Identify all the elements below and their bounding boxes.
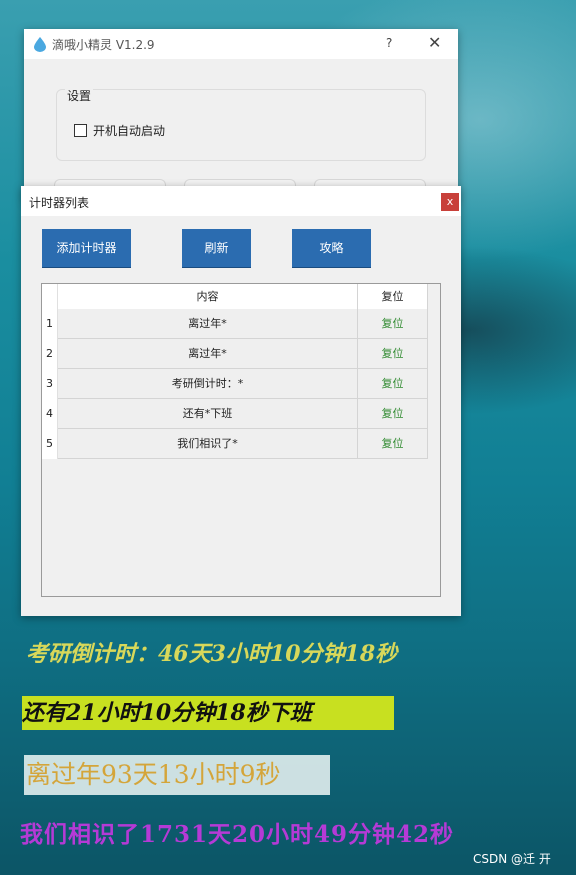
reset-link[interactable]: 复位 xyxy=(358,309,428,339)
reset-link[interactable]: 复位 xyxy=(358,369,428,399)
autostart-checkbox[interactable] xyxy=(74,124,87,137)
main-window: 滴哦小精灵 V1.2.9 ? ✕ 设置 开机自动启动 xyxy=(24,29,458,201)
table-row[interactable]: 1 离过年* 复位 xyxy=(42,309,428,339)
row-index: 2 xyxy=(42,339,58,369)
row-content[interactable]: 我们相识了* xyxy=(58,429,358,459)
header-index xyxy=(42,284,58,309)
timer-window-title: 计时器列表 xyxy=(29,196,90,210)
offwork-countdown-overlay: 还有21小时10分钟18秒下班 xyxy=(22,696,394,730)
guide-button[interactable]: 攻略 xyxy=(292,229,371,268)
table-row[interactable]: 3 考研倒计时：* 复位 xyxy=(42,369,428,399)
row-content[interactable]: 离过年* xyxy=(58,309,358,339)
main-titlebar: 滴哦小精灵 V1.2.9 ? ✕ xyxy=(24,29,458,59)
kaoyan-countdown-overlay: 考研倒计时：46天3小时10分钟18秒 xyxy=(26,641,398,667)
timer-table: 内容 复位 1 离过年* 复位 2 离过年* 复位 3 考研倒计时：* 复位 4… xyxy=(41,283,441,597)
close-button[interactable]: ✕ xyxy=(428,33,441,52)
header-reset: 复位 xyxy=(358,284,428,310)
main-window-title: 滴哦小精灵 V1.2.9 xyxy=(52,37,155,52)
refresh-button[interactable]: 刷新 xyxy=(182,229,251,268)
table-row[interactable]: 2 离过年* 复位 xyxy=(42,339,428,369)
row-content[interactable]: 考研倒计时：* xyxy=(58,369,358,399)
new-year-countdown-overlay: 离过年93天13小时9秒 xyxy=(24,755,330,795)
csdn-watermark: CSDN @迁 开 xyxy=(473,852,551,866)
table-row[interactable]: 4 还有*下班 复位 xyxy=(42,399,428,429)
row-index: 5 xyxy=(42,429,58,459)
table-row[interactable]: 5 我们相识了* 复位 xyxy=(42,429,428,459)
row-index: 1 xyxy=(42,309,58,339)
header-content: 内容 xyxy=(58,284,358,310)
timer-titlebar: 计时器列表 x xyxy=(21,186,461,216)
row-content[interactable]: 离过年* xyxy=(58,339,358,369)
row-index: 4 xyxy=(42,399,58,429)
acquaintance-counter-overlay: 我们相识了1731天20小时49分钟42秒 xyxy=(20,821,455,848)
timer-close-button[interactable]: x xyxy=(441,193,459,211)
help-button[interactable]: ? xyxy=(386,36,392,50)
row-index: 3 xyxy=(42,369,58,399)
reset-link[interactable]: 复位 xyxy=(358,429,428,459)
autostart-label: 开机自动启动 xyxy=(93,124,166,138)
timer-list-window: 计时器列表 x 添加计时器 刷新 攻略 内容 复位 1 离过年* 复位 2 离过… xyxy=(21,186,461,616)
water-drop-icon xyxy=(34,36,46,52)
reset-link[interactable]: 复位 xyxy=(358,339,428,369)
autostart-option[interactable]: 开机自动启动 xyxy=(74,122,165,139)
row-content[interactable]: 还有*下班 xyxy=(58,399,358,429)
settings-group-label: 设置 xyxy=(65,87,94,104)
reset-link[interactable]: 复位 xyxy=(358,399,428,429)
add-timer-button[interactable]: 添加计时器 xyxy=(42,229,131,268)
